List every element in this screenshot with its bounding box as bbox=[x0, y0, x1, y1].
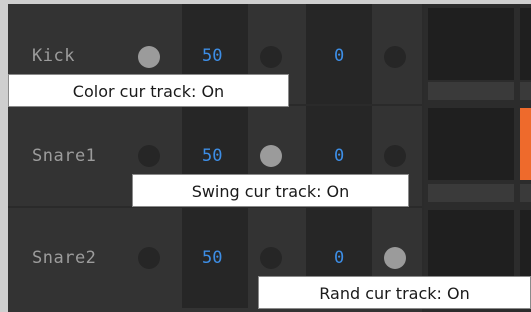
track-panel: Kick 50 0 Snare1 50 0 Snare2 50 0 bbox=[8, 4, 531, 312]
rand-value-kick: 0 bbox=[334, 46, 345, 66]
step-grid bbox=[424, 4, 531, 312]
track-name-kick: Kick bbox=[32, 46, 75, 66]
swing-toggle-snare1[interactable] bbox=[260, 145, 282, 167]
step-cell[interactable] bbox=[520, 8, 531, 80]
track-name-snare2: Snare2 bbox=[32, 248, 97, 268]
step-cell[interactable] bbox=[428, 210, 514, 282]
swing-toggle-kick[interactable] bbox=[260, 46, 282, 68]
step-cell-lane bbox=[428, 82, 514, 100]
swing-value-snare2: 50 bbox=[202, 248, 223, 268]
color-toggle-kick[interactable] bbox=[138, 46, 160, 68]
step-cell[interactable] bbox=[428, 108, 514, 180]
rand-value-snare1: 0 bbox=[334, 146, 345, 166]
tooltip-rand: Rand cur track: On bbox=[258, 276, 531, 309]
track-name-snare1: Snare1 bbox=[32, 146, 97, 166]
tooltip-color: Color cur track: On bbox=[8, 74, 289, 107]
step-cell[interactable] bbox=[520, 210, 531, 282]
color-toggle-snare2[interactable] bbox=[138, 247, 160, 269]
tooltip-swing: Swing cur track: On bbox=[132, 174, 409, 207]
swing-value-snare1: 50 bbox=[202, 146, 223, 166]
step-cell-active[interactable] bbox=[520, 108, 531, 180]
rand-toggle-snare2[interactable] bbox=[384, 247, 406, 269]
step-cell[interactable] bbox=[428, 8, 514, 80]
step-cell-lane bbox=[520, 184, 531, 202]
step-cell-lane bbox=[520, 82, 531, 100]
swing-value-kick: 50 bbox=[202, 46, 223, 66]
rand-toggle-snare1[interactable] bbox=[384, 145, 406, 167]
step-cell-lane bbox=[428, 184, 514, 202]
rand-toggle-kick[interactable] bbox=[384, 46, 406, 68]
rand-value-snare2: 0 bbox=[334, 248, 345, 268]
swing-toggle-snare2[interactable] bbox=[260, 247, 282, 269]
color-toggle-snare1[interactable] bbox=[138, 145, 160, 167]
